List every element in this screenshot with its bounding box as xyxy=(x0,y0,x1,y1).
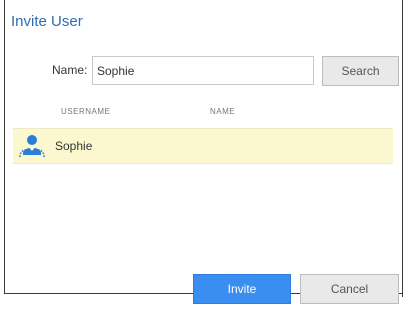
dialog-title: Invite User xyxy=(11,13,83,30)
invite-user-dialog: Invite User Name: Search USERNAME NAME S… xyxy=(0,0,409,313)
search-button[interactable]: Search xyxy=(322,56,399,86)
user-group-icon xyxy=(19,135,45,158)
column-header-name: NAME xyxy=(210,107,236,116)
dialog-border-right xyxy=(402,0,403,297)
column-header-username: USERNAME xyxy=(61,107,111,116)
name-label: Name: xyxy=(52,63,88,77)
invite-button[interactable]: Invite xyxy=(193,274,291,304)
name-search-input[interactable] xyxy=(92,56,314,85)
dialog-border-left xyxy=(4,0,5,293)
row-username: Sophie xyxy=(55,139,93,153)
table-row[interactable]: Sophie xyxy=(13,128,393,164)
cancel-button[interactable]: Cancel xyxy=(300,274,399,304)
